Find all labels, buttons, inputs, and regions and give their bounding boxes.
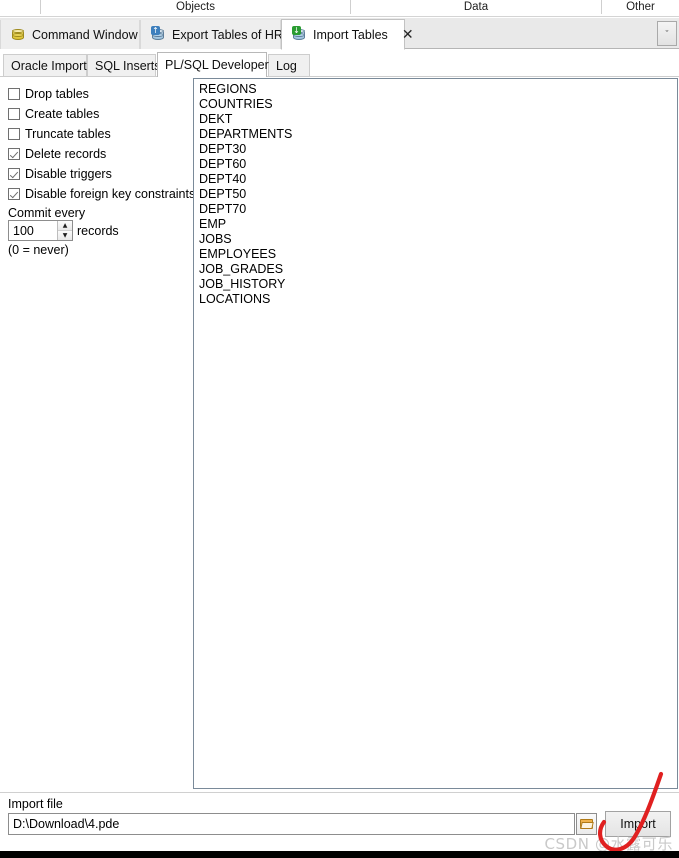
tab-import-tables-label: Import Tables [313,27,388,42]
checkbox-truncate-tables[interactable]: Truncate tables [8,127,111,141]
list-item[interactable]: DEKT [197,112,677,127]
checkbox-disable-triggers-box[interactable] [8,168,20,180]
tab-sql-inserts-label: SQL Inserts [95,58,161,73]
list-item[interactable]: COUNTRIES [197,97,677,112]
tab-log-label: Log [276,58,297,73]
spinner-up-icon[interactable]: ▲ [58,221,72,231]
chevron-down-icon: ˇ [665,28,669,39]
folder-open-icon [580,819,594,829]
list-item[interactable]: DEPT70 [197,202,677,217]
commit-every-value[interactable]: 100 [9,221,57,240]
list-item[interactable]: EMPLOYEES [197,247,677,262]
commit-every-stepper[interactable]: 100 ▲ ▼ [8,220,73,241]
browse-file-button[interactable] [576,813,597,835]
import-file-label: Import file [8,797,63,811]
list-item[interactable]: REGIONS [197,82,677,97]
tab-import-tables[interactable]: ↓ Import Tables ✕ [281,19,414,50]
spinner-down-icon[interactable]: ▼ [58,231,72,240]
ribbon-group-data: Data [463,1,489,13]
import-mode-tabs: Oracle Import SQL Inserts PL/SQL Develop… [0,52,679,77]
tab-log[interactable]: Log [268,54,310,76]
checkbox-create-tables-label: Create tables [25,107,100,121]
database-export-icon: ↑ [151,26,166,42]
checkbox-drop-tables-label: Drop tables [25,87,89,101]
checkbox-create-tables-box[interactable] [8,108,20,120]
import-options-panel: Drop tables Create tables Truncate table… [0,77,195,792]
list-item[interactable]: DEPT40 [197,172,677,187]
list-item[interactable]: JOB_GRADES [197,262,677,277]
close-icon[interactable]: ✕ [402,28,414,42]
list-item[interactable]: LOCATIONS [197,292,677,307]
tab-plsql-developer-label: PL/SQL Developer [165,58,269,72]
tab-overflow-dropdown[interactable]: ˇ [657,21,677,46]
tab-sql-inserts[interactable]: SQL Inserts [87,54,161,76]
window-tab-strip: Command Window ↑ Export Tables of HR ↓ I… [0,18,679,50]
checkbox-disable-triggers-label: Disable triggers [25,167,112,181]
tab-command-window[interactable]: Command Window [0,20,140,49]
checkbox-delete-records-label: Delete records [25,147,107,161]
checkbox-disable-fk-label: Disable foreign key constraints [25,187,196,201]
checkbox-delete-records-box[interactable] [8,148,20,160]
tab-oracle-import[interactable]: Oracle Import [3,54,87,76]
tab-plsql-developer[interactable]: PL/SQL Developer [157,52,269,77]
bottom-black-strip [0,851,679,858]
table-list-box[interactable]: REGIONS COUNTRIES DEKT DEPARTMENTS DEPT3… [193,78,678,789]
list-item[interactable]: EMP [197,217,677,232]
commit-every-unit-label: records [77,224,119,238]
table-list-items: REGIONS COUNTRIES DEKT DEPARTMENTS DEPT3… [194,79,677,307]
database-yellow-icon [11,27,26,42]
import-tables-panel: Drop tables Create tables Truncate table… [0,77,679,792]
checkbox-drop-tables-box[interactable] [8,88,20,100]
checkbox-disable-foreign-key-constraints[interactable]: Disable foreign key constraints [8,187,195,201]
checkbox-delete-records[interactable]: Delete records [8,147,106,161]
list-item[interactable]: JOBS [197,232,677,247]
ribbon-group-objects: Objects [176,1,215,13]
list-item[interactable]: DEPT60 [197,157,677,172]
import-button[interactable]: Import [605,811,671,837]
checkbox-truncate-tables-box[interactable] [8,128,20,140]
commit-never-hint: (0 = never) [8,243,69,257]
tab-command-window-label: Command Window [32,27,138,42]
ribbon-group-caption-bar: Objects Data Other [0,0,679,17]
tab-export-tables-of-hr[interactable]: ↑ Export Tables of HR [140,20,283,49]
ribbon-group-other: Other [626,1,655,13]
list-item[interactable]: DEPT50 [197,187,677,202]
import-file-footer: Import file D:\Download\4.pde Import [0,792,679,849]
database-import-icon: ↓ [292,26,307,42]
tab-export-tables-label: Export Tables of HR [172,27,283,42]
commit-every-spin-buttons[interactable]: ▲ ▼ [57,221,72,240]
commit-every-label: Commit every [8,206,86,220]
checkbox-disable-triggers[interactable]: Disable triggers [8,167,112,181]
list-item[interactable]: DEPARTMENTS [197,127,677,142]
list-item[interactable]: JOB_HISTORY [197,277,677,292]
list-item[interactable]: DEPT30 [197,142,677,157]
checkbox-disable-fk-box[interactable] [8,188,20,200]
checkbox-drop-tables[interactable]: Drop tables [8,87,89,101]
import-file-input[interactable]: D:\Download\4.pde [8,813,575,835]
tab-oracle-import-label: Oracle Import [11,58,87,73]
checkbox-create-tables[interactable]: Create tables [8,107,99,121]
checkbox-truncate-tables-label: Truncate tables [25,127,111,141]
